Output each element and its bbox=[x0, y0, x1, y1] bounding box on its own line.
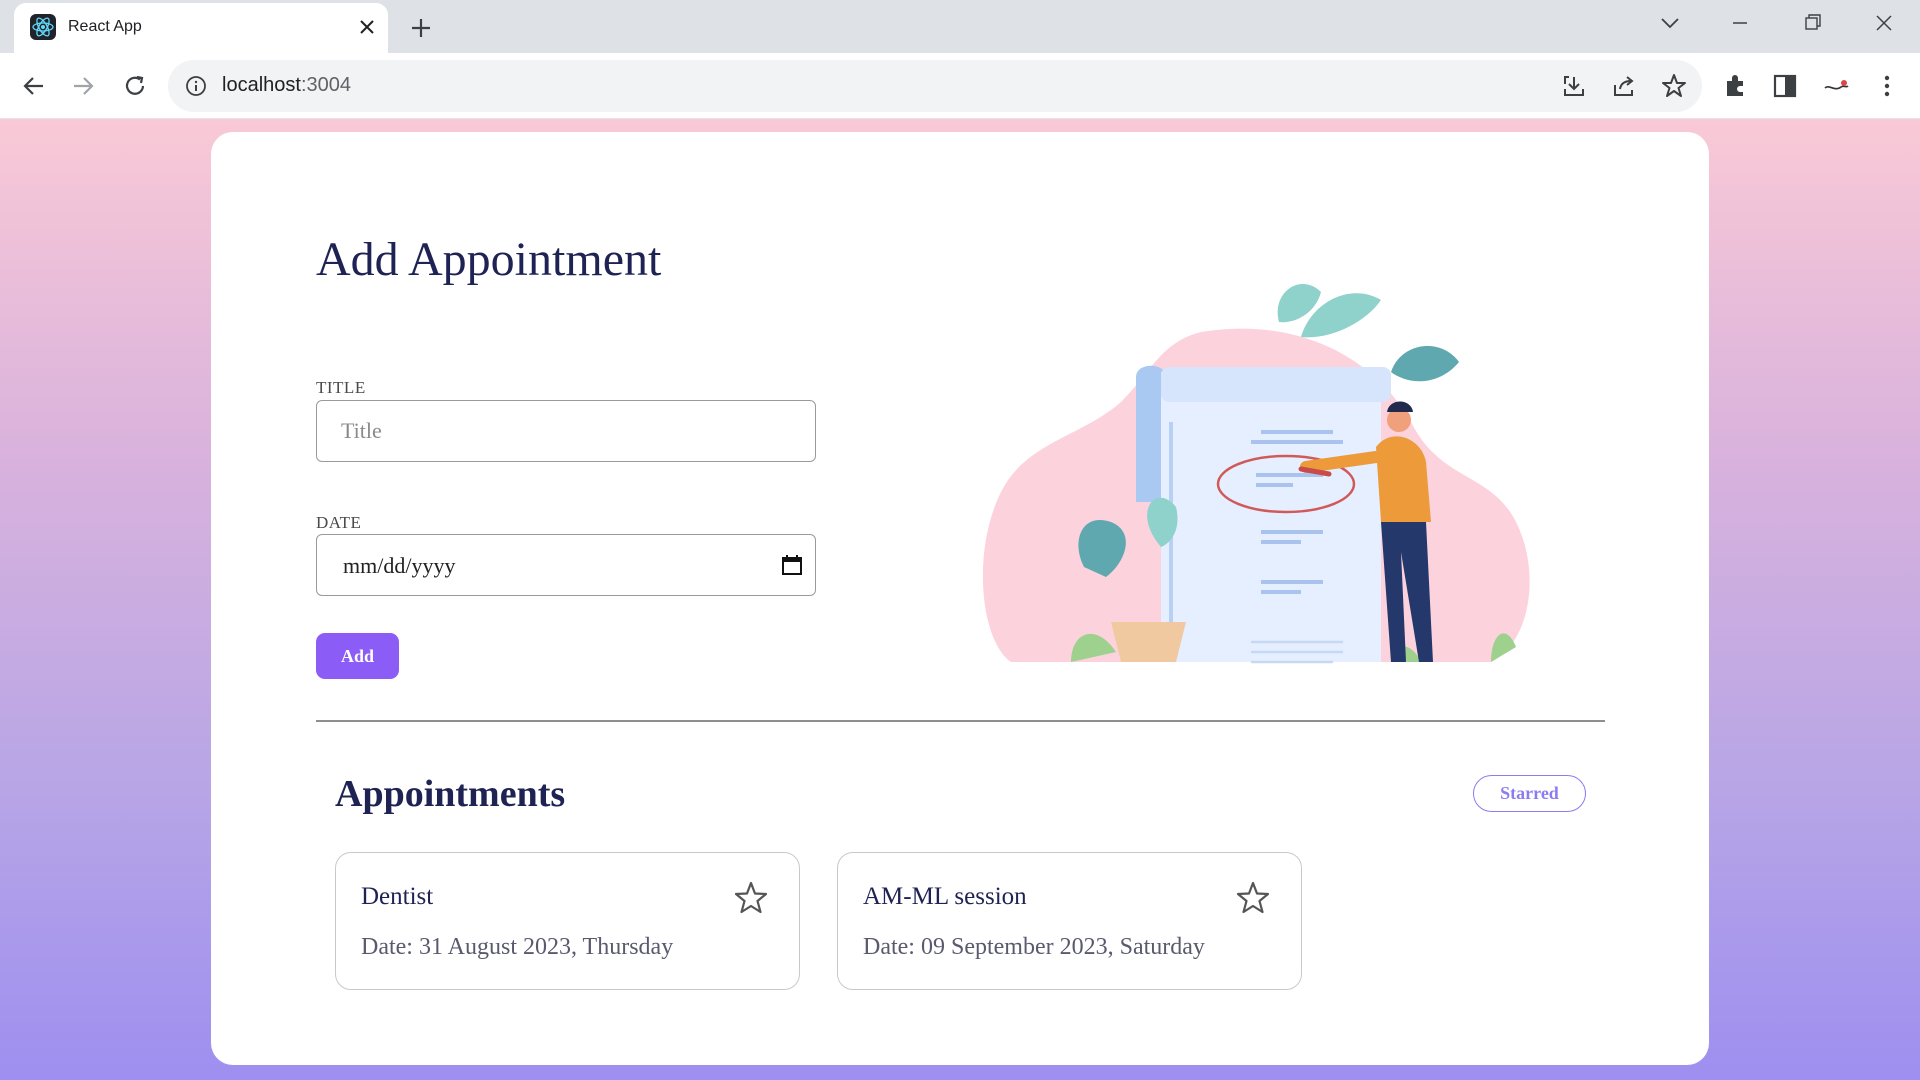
install-icon[interactable] bbox=[1560, 72, 1588, 100]
star-icon[interactable] bbox=[1234, 879, 1272, 917]
extensions-icon[interactable] bbox=[1717, 67, 1755, 105]
date-placeholder: mm/dd/yyyy bbox=[343, 553, 456, 578]
reload-icon[interactable] bbox=[116, 67, 154, 105]
tab-bar: React App bbox=[0, 0, 1920, 53]
react-icon bbox=[30, 14, 56, 40]
url-text: localhost:3004 bbox=[222, 74, 351, 96]
appointment-date: Date: 09 September 2023, Saturday bbox=[863, 934, 1205, 960]
appointment-title: Dentist bbox=[361, 883, 434, 910]
appointments-heading: Appointments bbox=[335, 773, 566, 815]
appointment-card: AM-ML session Date: 09 September 2023, S… bbox=[837, 852, 1302, 990]
starred-filter-button[interactable]: Starred bbox=[1473, 775, 1586, 812]
plus-icon[interactable] bbox=[405, 12, 437, 44]
date-label: DATE bbox=[316, 513, 362, 532]
section-divider bbox=[316, 720, 1605, 722]
add-button[interactable]: Add bbox=[316, 633, 399, 679]
title-label: TITLE bbox=[316, 378, 366, 397]
profile-icon[interactable] bbox=[1817, 67, 1855, 105]
forward-icon[interactable] bbox=[64, 67, 102, 105]
menu-icon[interactable] bbox=[1868, 67, 1906, 105]
bookmark-star-icon[interactable] bbox=[1660, 72, 1688, 100]
form-title: Add Appointment bbox=[316, 233, 662, 286]
minimize-icon[interactable] bbox=[1720, 8, 1760, 38]
browser-toolbar: localhost:3004 bbox=[0, 53, 1920, 119]
browser-tab[interactable]: React App bbox=[14, 3, 388, 53]
address-bar[interactable]: localhost:3004 bbox=[168, 60, 1702, 112]
back-icon[interactable] bbox=[15, 67, 53, 105]
calendar-icon[interactable] bbox=[781, 554, 803, 576]
appointment-title: AM-ML session bbox=[863, 883, 1027, 910]
appointment-date: Date: 31 August 2023, Thursday bbox=[361, 934, 674, 960]
chevron-down-icon[interactable] bbox=[1650, 8, 1690, 38]
main-card: Add Appointment TITLE DATE mm/dd/yyyy Ad… bbox=[211, 132, 1709, 1065]
tab-title: React App bbox=[68, 18, 142, 35]
close-icon[interactable] bbox=[354, 14, 380, 40]
page-viewport: Add Appointment TITLE DATE mm/dd/yyyy Ad… bbox=[0, 119, 1920, 1080]
title-input[interactable] bbox=[316, 400, 816, 462]
appointment-card: Dentist Date: 31 August 2023, Thursday bbox=[335, 852, 800, 990]
info-icon[interactable] bbox=[184, 74, 208, 98]
share-icon[interactable] bbox=[1610, 72, 1638, 100]
restore-icon[interactable] bbox=[1792, 8, 1832, 38]
close-window-icon[interactable] bbox=[1864, 8, 1904, 38]
date-input[interactable]: mm/dd/yyyy bbox=[316, 534, 816, 596]
star-icon[interactable] bbox=[732, 879, 770, 917]
appointment-illustration bbox=[971, 222, 1611, 682]
side-panel-icon[interactable] bbox=[1766, 67, 1804, 105]
